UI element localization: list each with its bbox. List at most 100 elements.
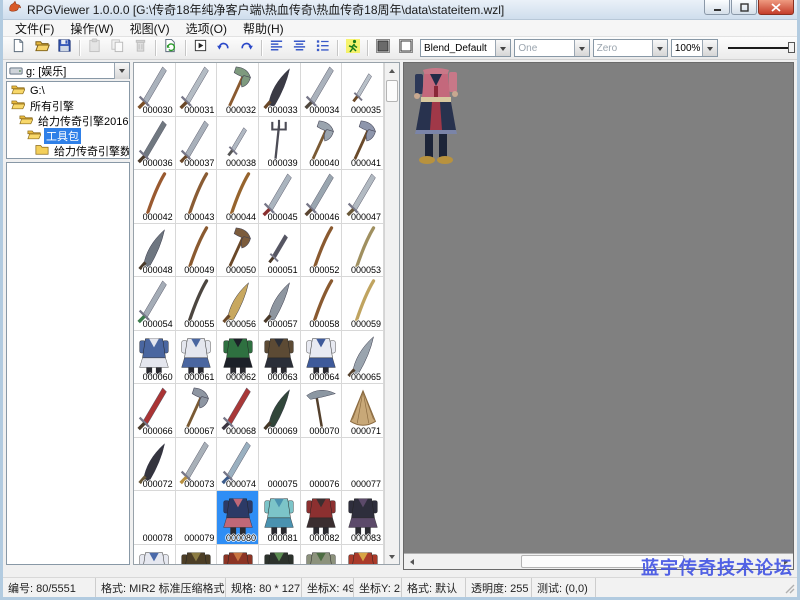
grid-cell[interactable]: 000047 (342, 170, 384, 224)
grid-cell[interactable]: 000070 (301, 384, 343, 438)
dst-blend-select[interactable]: Zero (593, 39, 668, 57)
grid-cell[interactable]: 000049 (176, 224, 218, 278)
grid-cell[interactable]: 000085 (176, 545, 218, 565)
scroll-up-button[interactable] (385, 63, 399, 78)
grid-cell[interactable]: 000087 (259, 545, 301, 565)
grid-cell[interactable]: 000052 (301, 224, 343, 278)
maximize-button[interactable] (731, 0, 757, 15)
tree-item-4[interactable]: 给力传奇引擎数据转换 (7, 143, 129, 158)
grid-cell[interactable]: 000064 (301, 331, 343, 385)
delete-button[interactable] (129, 38, 152, 59)
grid-cell[interactable]: 000042 (134, 170, 176, 224)
grid-cell[interactable]: 000039 (259, 117, 301, 171)
grid-cell[interactable]: 000066 (134, 384, 176, 438)
grid-cell[interactable]: 000088 (301, 545, 343, 565)
grid-cell[interactable]: 000076 (301, 438, 343, 492)
grid-cell[interactable]: 000048 (134, 224, 176, 278)
scroll-left-button[interactable] (404, 554, 419, 569)
grid-cell[interactable]: 000043 (176, 170, 218, 224)
grid-cell[interactable]: 000078 (134, 491, 176, 545)
grid-cell[interactable]: 000060 (134, 331, 176, 385)
grid-cell[interactable]: 000045 (259, 170, 301, 224)
save-button[interactable] (53, 38, 76, 59)
menu-item-0[interactable]: 文件(F) (7, 19, 62, 38)
preview-panel[interactable] (403, 62, 794, 570)
grid-cell-selected[interactable]: 000080 (217, 491, 259, 545)
scroll-down-button[interactable] (385, 549, 399, 564)
align-left-button[interactable] (265, 38, 288, 59)
grid-cell[interactable]: 000050 (217, 224, 259, 278)
animate-runner-button[interactable] (341, 38, 364, 59)
grid-cell[interactable]: 000089 (342, 545, 384, 565)
drive-combobox[interactable]: g: [娱乐] (6, 62, 130, 79)
grid-cell[interactable]: 000074 (217, 438, 259, 492)
grid-cell[interactable]: 000068 (217, 384, 259, 438)
grid-cell[interactable]: 000032 (217, 63, 259, 117)
open-file-button[interactable] (30, 38, 53, 59)
grid-cell[interactable]: 000031 (176, 63, 218, 117)
minimize-button[interactable] (704, 0, 730, 15)
grid-cell[interactable]: 000072 (134, 438, 176, 492)
grid-cell[interactable]: 000065 (342, 331, 384, 385)
grid-cell[interactable]: 000041 (342, 117, 384, 171)
grid-cell[interactable]: 000046 (301, 170, 343, 224)
grid-cell[interactable]: 000086 (217, 545, 259, 565)
grid-cell[interactable]: 000057 (259, 277, 301, 331)
src-blend-select[interactable]: One (514, 39, 589, 57)
grid-cell[interactable]: 000071 (342, 384, 384, 438)
grid-cell[interactable]: 000033 (259, 63, 301, 117)
tree-item-2[interactable]: 给力传奇引擎20160201 (7, 113, 129, 128)
grid-cell[interactable]: 000030 (134, 63, 176, 117)
white-background-button[interactable] (394, 38, 417, 59)
grid-cell[interactable]: 000082 (301, 491, 343, 545)
grid-cell[interactable]: 000083 (342, 491, 384, 545)
file-list-panel[interactable] (6, 162, 130, 565)
tree-item-0[interactable]: G:\ (7, 83, 129, 98)
align-center-button[interactable] (288, 38, 311, 59)
zoom-select[interactable]: 100% (671, 39, 719, 57)
list-view-button[interactable] (311, 38, 334, 59)
grid-cell[interactable]: 000075 (259, 438, 301, 492)
tree-item-1[interactable]: 所有引擎 (7, 98, 129, 113)
paste-button[interactable] (83, 38, 106, 59)
grid-vertical-scrollbar[interactable] (384, 63, 399, 564)
grid-cell[interactable]: 000077 (342, 438, 384, 492)
grid-cell[interactable]: 000073 (176, 438, 218, 492)
grid-cell[interactable]: 000044 (217, 170, 259, 224)
grid-cell[interactable]: 000051 (259, 224, 301, 278)
grid-cell[interactable]: 000067 (176, 384, 218, 438)
zoom-slider[interactable] (728, 41, 793, 55)
grid-cell[interactable]: 000056 (217, 277, 259, 331)
new-document-button[interactable] (7, 38, 30, 59)
menu-item-4[interactable]: 帮助(H) (235, 19, 292, 38)
grid-cell[interactable]: 000069 (259, 384, 301, 438)
blend-mode-select[interactable]: Blend_Default (420, 39, 511, 57)
grid-cell[interactable]: 000053 (342, 224, 384, 278)
menu-item-2[interactable]: 视图(V) (122, 19, 178, 38)
tree-item-3[interactable]: 工具包 (7, 128, 129, 143)
grid-cell[interactable]: 000061 (176, 331, 218, 385)
grid-cell[interactable]: 000062 (217, 331, 259, 385)
menu-item-1[interactable]: 操作(W) (62, 19, 121, 38)
copy-button[interactable] (106, 38, 129, 59)
undo-button[interactable] (212, 38, 235, 59)
grid-cell[interactable]: 000059 (342, 277, 384, 331)
grid-cell[interactable]: 000037 (176, 117, 218, 171)
grid-cell[interactable]: 000063 (259, 331, 301, 385)
grid-cell[interactable]: 000058 (301, 277, 343, 331)
grid-cell[interactable]: 000055 (176, 277, 218, 331)
grid-cell[interactable]: 000079 (176, 491, 218, 545)
close-button[interactable] (758, 0, 794, 15)
slider-handle[interactable] (788, 42, 795, 53)
grid-cell[interactable]: 000054 (134, 277, 176, 331)
grid-cell[interactable]: 000034 (301, 63, 343, 117)
grid-cell[interactable]: 000036 (134, 117, 176, 171)
grid-cell[interactable]: 000084 (134, 545, 176, 565)
grid-cell[interactable]: 000081 (259, 491, 301, 545)
export-convert-button[interactable] (159, 38, 182, 59)
grid-cell[interactable]: 000040 (301, 117, 343, 171)
grid-cell[interactable]: 000035 (342, 63, 384, 117)
grid-cell[interactable]: 000038 (217, 117, 259, 171)
scroll-thumb[interactable] (386, 80, 398, 102)
menu-item-3[interactable]: 选项(O) (178, 19, 235, 38)
